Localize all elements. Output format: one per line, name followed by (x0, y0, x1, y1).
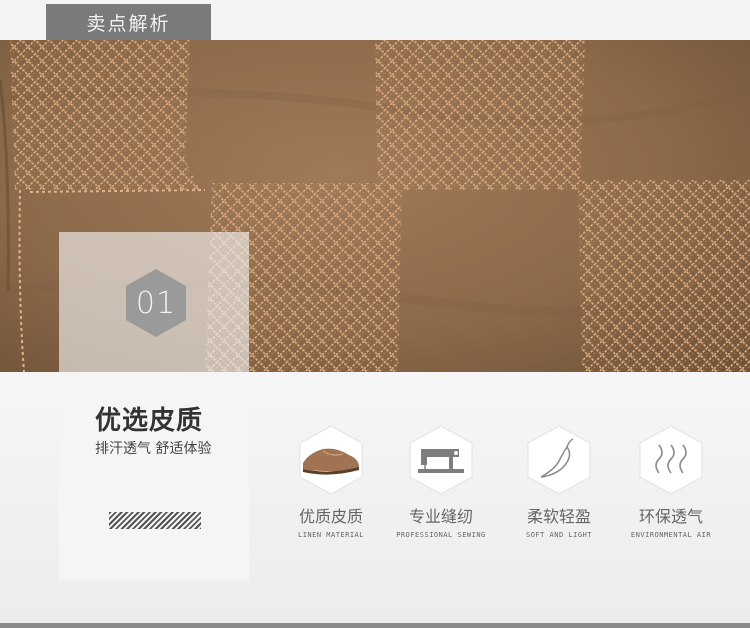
airflow-waves-icon (639, 425, 703, 495)
bottom-band (0, 623, 750, 628)
sewing-machine-icon (409, 425, 473, 495)
section-tab: 卖点解析 (46, 4, 211, 40)
chili-pepper-icon (527, 425, 591, 495)
feature-breathable: 环保透气 ENVIRONMENTAL AIR (616, 425, 726, 539)
feature-sewing: 专业缝纫 PROFESSIONAL SEWING (386, 425, 496, 539)
feature-label: 优质皮质 (298, 507, 363, 526)
number-hexagon: 01 (125, 268, 187, 338)
feature-soft: 柔软轻盈 SOFT AND LIGHT (504, 425, 614, 539)
panel-title: 优选皮质 (95, 406, 204, 436)
feature-en-label: LINEN MATERIAL (297, 531, 364, 539)
section-number: 01 (135, 285, 177, 321)
feature-label: 柔软轻盈 (526, 507, 591, 526)
feature-label: 专业缝纫 (408, 507, 473, 526)
panel-subtitle: 排汗透气 舒适体验 (95, 441, 212, 457)
stripe-decoration (109, 512, 201, 529)
feature-label: 环保透气 (638, 507, 703, 526)
feature-en-label: ENVIRONMENTAL AIR (630, 531, 712, 539)
feature-en-label: PROFESSIONAL SEWING (396, 531, 486, 539)
loafer-shoe-icon (299, 425, 363, 495)
feature-en-label: SOFT AND LIGHT (525, 531, 592, 539)
section-tab-label: 卖点解析 (86, 12, 171, 35)
feature-leather: 优质皮质 LINEN MATERIAL (276, 425, 386, 539)
feature-panel: 01 优选皮质 排汗透气 舒适体验 (59, 232, 249, 580)
